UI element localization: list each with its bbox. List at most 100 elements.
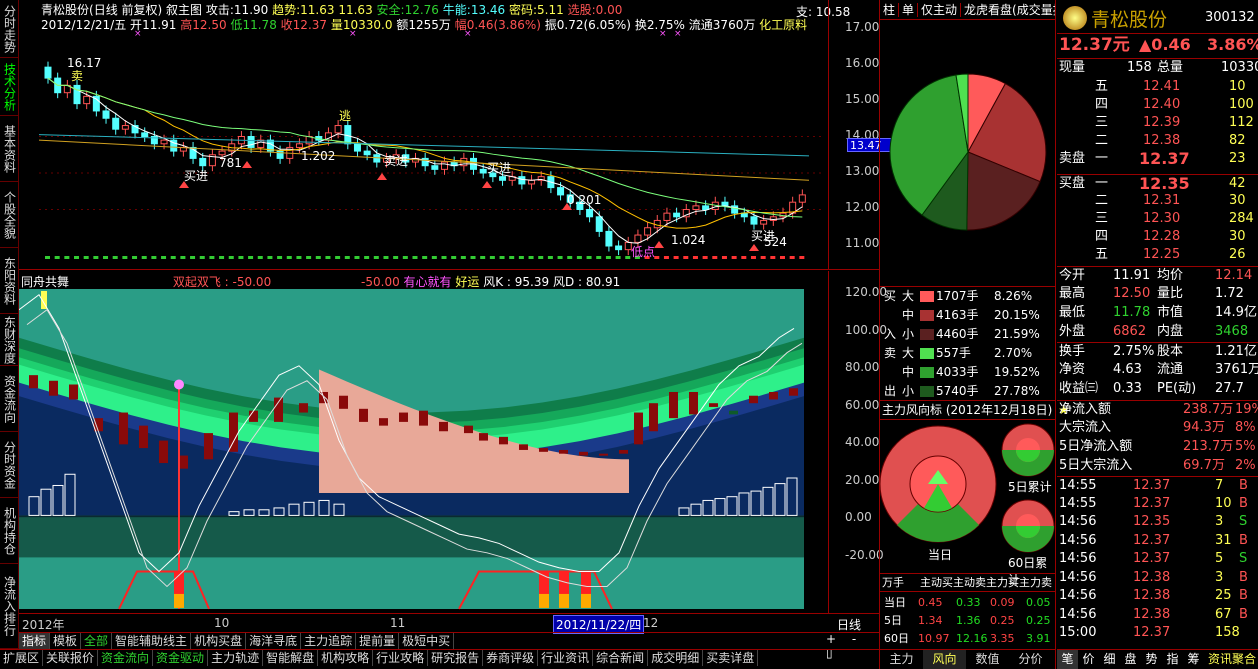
- quote-cell: 五: [1095, 247, 1109, 262]
- indicator-tab-7[interactable]: 提前量: [356, 633, 400, 649]
- indicator-tab-6[interactable]: 主力追踪: [301, 633, 357, 649]
- left-tab-0[interactable]: 分时走势: [0, 0, 19, 58]
- period-label[interactable]: 日线: [837, 616, 861, 633]
- signal-tick: [480, 256, 486, 259]
- flow-bottom-tab-3[interactable]: 分价: [1009, 650, 1052, 669]
- quote-cell: 三: [1095, 115, 1109, 130]
- quote-cell: 10: [1229, 79, 1246, 94]
- flow-tab-2[interactable]: 仅主动: [918, 3, 962, 17]
- main-chart[interactable]: 青松股份(日线 前复权) 叙主图 攻击:11.90 趋势:11.63 11.63…: [19, 0, 897, 270]
- signal-tick: [199, 256, 205, 259]
- signal-tick: [132, 256, 138, 259]
- quote-cell: 112: [1229, 115, 1254, 130]
- quote-foot-tab-4[interactable]: 势: [1141, 650, 1162, 669]
- stat-row: 外盘 6862 内盘 3468: [1057, 323, 1258, 341]
- ext-tab-13[interactable]: 买卖详盘: [703, 650, 759, 666]
- ext-tab-11[interactable]: 综合新闻: [593, 650, 649, 666]
- quote-cell: 12.37: [1133, 532, 1171, 548]
- quote-foot-tab-6[interactable]: 筹: [1183, 650, 1204, 669]
- flow-swatch: [920, 348, 934, 359]
- date-label-e: 12: [643, 616, 659, 630]
- flow-vol: 5740手: [936, 384, 979, 398]
- wind-table-row: 5日 1.34 1.36 0.25 0.25: [880, 612, 1055, 630]
- signal-tick: [112, 256, 118, 259]
- price-tick: 17.00: [845, 20, 880, 34]
- left-tab-7[interactable]: 分时资金: [0, 432, 19, 498]
- quote-cell: 284: [1229, 211, 1254, 226]
- ext-tab-1[interactable]: 关联报价: [43, 650, 99, 666]
- indicator-tab-2[interactable]: 全部: [81, 633, 113, 649]
- ext-tab-9[interactable]: 券商评级: [483, 650, 539, 666]
- signal-tick: [45, 256, 50, 259]
- sub-bar: [359, 408, 368, 422]
- sub-bar: [159, 440, 168, 464]
- flow-bottom-tab-0[interactable]: 主力: [880, 650, 923, 669]
- indicator-tab-3[interactable]: 智能辅助线主: [112, 633, 192, 649]
- quote-cell: S: [1239, 514, 1248, 529]
- quote-foot-extra[interactable]: 资讯聚合: [1208, 650, 1256, 669]
- left-tab-6[interactable]: 资金流向: [0, 366, 19, 432]
- tick-row: 14:56 12.37 31 B: [1057, 532, 1258, 550]
- ext-tab-7[interactable]: 行业攻略: [373, 650, 429, 666]
- bid-row: 五 12.25 26: [1057, 246, 1258, 264]
- left-tab-1[interactable]: 技术分析: [0, 58, 19, 116]
- quote-foot-tab-2[interactable]: 细: [1099, 650, 1120, 669]
- indicator-tab-4[interactable]: 机构买盘: [191, 633, 247, 649]
- sub-chart[interactable]: 同舟共舞 双起双飞 : -50.00 -50.00 有心就有 好运 风K : 9…: [19, 271, 887, 613]
- indicator-tab-1[interactable]: 模板: [50, 633, 82, 649]
- left-tab-9[interactable]: 净流入排行: [0, 564, 19, 649]
- flow-tab-1[interactable]: 单: [899, 3, 919, 17]
- signal-tick: [93, 256, 99, 259]
- indicator-tab-5[interactable]: 海洋寻底: [246, 633, 302, 649]
- ask-row: 三 12.39 112: [1057, 114, 1258, 132]
- ext-tab-6[interactable]: 机构攻略: [318, 650, 374, 666]
- ext-tab-3[interactable]: 资金驱动: [153, 650, 209, 666]
- quote-foot-tab-3[interactable]: 盘: [1120, 650, 1141, 669]
- signal-tick: [286, 256, 292, 259]
- left-tab-3[interactable]: 个股全貌: [0, 182, 19, 248]
- left-tab-2[interactable]: 基本资料: [0, 116, 19, 182]
- quote-cell: 净资: [1059, 362, 1086, 377]
- ext-tab-12[interactable]: 成交明细: [648, 650, 704, 666]
- quote-cell: 94.3万: [1183, 420, 1225, 435]
- sub-divider: [828, 271, 829, 613]
- quote-cell: 10: [1215, 495, 1232, 511]
- sub-bar: [204, 433, 213, 460]
- left-tab-4[interactable]: 东阳资料: [0, 248, 19, 314]
- signal-tick: [712, 256, 718, 259]
- ext-tab-10[interactable]: 行业资讯: [538, 650, 594, 666]
- chart-annotation: 1.024: [671, 233, 705, 247]
- tick-row: 14:56 12.35 3 S: [1057, 513, 1258, 531]
- ext-tab-8[interactable]: 研究报告: [428, 650, 484, 666]
- quote-volume-row: 现量 158 总量 10330: [1057, 58, 1258, 76]
- left-tab-5[interactable]: 东财深度: [0, 314, 19, 366]
- bid-row: 二 12.31 30: [1057, 192, 1258, 210]
- signal-tick: [228, 256, 234, 259]
- flow-bottom-tab-1[interactable]: 风向: [923, 650, 966, 669]
- ext-tab-0[interactable]: 扩展区: [0, 650, 44, 666]
- sub-bar: [559, 449, 568, 454]
- indicator-tab-0[interactable]: 指标: [19, 633, 51, 649]
- quote-cell: 一: [1095, 151, 1109, 166]
- flow-bottom-tab-2[interactable]: 数值: [966, 650, 1009, 669]
- quote-foot-tab-1[interactable]: 价: [1078, 650, 1099, 669]
- chart-annotation: 卖: [71, 69, 83, 83]
- candle: [160, 139, 168, 145]
- ext-tab-5[interactable]: 智能解盘: [263, 650, 319, 666]
- quote-foot-tab-5[interactable]: 指: [1162, 650, 1183, 669]
- zoom-controls[interactable]: + - ▯: [826, 632, 879, 660]
- chart-annotation: 1.202: [301, 149, 335, 163]
- flow-side: 入: [884, 327, 897, 341]
- ext-tab-2[interactable]: 资金流向: [98, 650, 154, 666]
- left-tab-8[interactable]: 机构持仓: [0, 498, 19, 564]
- flow-tab-3[interactable]: 龙虎看盘(成交量按: [961, 3, 1055, 17]
- candle: [702, 205, 710, 211]
- inflow-row: 5日大宗流入 69.7万 2%: [1057, 457, 1258, 475]
- quote-foot-tab-0[interactable]: 笔: [1057, 650, 1078, 669]
- ext-tab-4[interactable]: 主力轨迹: [208, 650, 264, 666]
- indicator-tab-8[interactable]: 极短中买: [399, 633, 455, 649]
- signal-tick: [596, 256, 602, 259]
- flow-tab-0[interactable]: 柱: [880, 3, 900, 17]
- wind-label-day: 当日: [928, 548, 953, 562]
- flow-swatch: [920, 291, 934, 302]
